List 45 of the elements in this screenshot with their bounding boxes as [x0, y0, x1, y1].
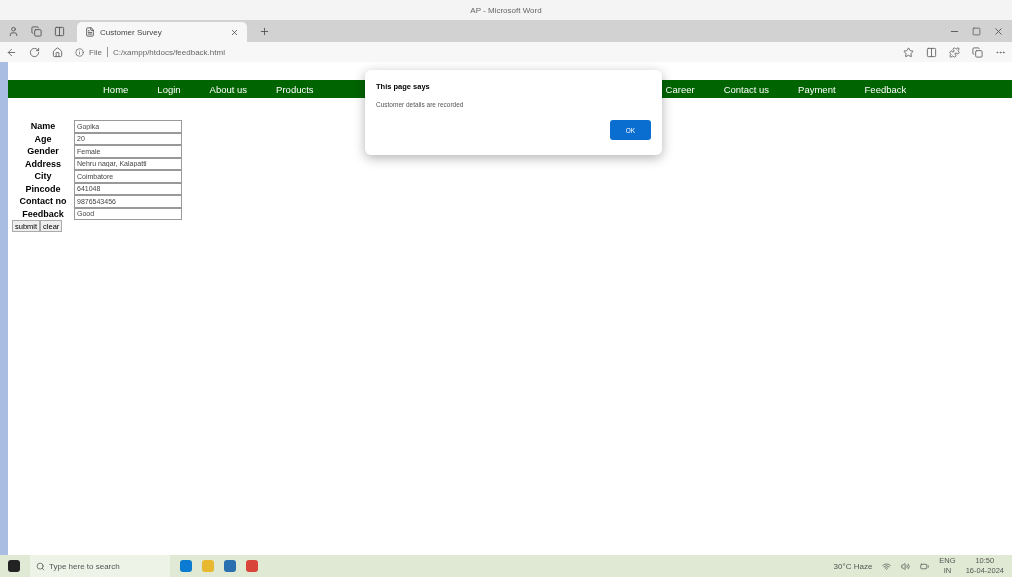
close-icon[interactable]: [993, 25, 1004, 37]
split-screen-icon[interactable]: [926, 46, 937, 58]
nav-link[interactable]: About us: [209, 83, 248, 95]
maximize-icon[interactable]: [972, 26, 981, 36]
field-label: Gender: [26, 145, 60, 158]
field-label: Age: [33, 132, 53, 145]
field-label: Address: [24, 157, 62, 170]
address-bar[interactable]: File C:/xampp/htdocs/feedback.html: [75, 47, 375, 57]
volume-icon[interactable]: [901, 561, 911, 571]
search-icon: [36, 561, 45, 571]
tab-title: Customer Survey: [100, 27, 162, 37]
refresh-icon[interactable]: [29, 46, 40, 58]
collections-icon[interactable]: [972, 46, 983, 58]
favorite-icon[interactable]: [903, 46, 914, 58]
field-label: Pincode: [24, 182, 62, 195]
close-icon[interactable]: [230, 27, 239, 37]
tab-sidebar-icon[interactable]: [54, 25, 65, 37]
wifi-icon[interactable]: [882, 561, 892, 571]
nav-link[interactable]: Products: [276, 83, 314, 95]
nav-link[interactable]: Contact us: [723, 83, 770, 95]
profile-icon[interactable]: [8, 25, 19, 37]
info-icon: [75, 47, 84, 57]
tab-actions-icon[interactable]: [31, 25, 42, 37]
window-title: AP - Microsoft Word: [470, 5, 542, 15]
extensions-icon[interactable]: [949, 46, 960, 58]
browser-tab[interactable]: Customer Survey: [77, 22, 247, 42]
back-icon[interactable]: [6, 46, 17, 58]
field-label: Name: [29, 120, 57, 133]
search-field[interactable]: Type here to search: [30, 555, 170, 577]
nav-link[interactable]: Payment: [798, 83, 836, 95]
url-scheme: File: [89, 47, 102, 57]
nav-link[interactable]: Career: [665, 83, 695, 95]
page-icon: [85, 27, 95, 37]
weather-text[interactable]: 30°C Haze: [833, 561, 873, 571]
nav-link[interactable]: Login: [157, 83, 181, 95]
url-text: C:/xampp/htdocs/feedback.html: [112, 47, 225, 57]
nav-link[interactable]: Feedback: [864, 83, 907, 95]
search-placeholder: Type here to search: [49, 561, 120, 571]
field-label: City: [33, 170, 53, 183]
nav-link[interactable]: Home: [103, 83, 129, 95]
field-label: Contact no: [18, 195, 68, 208]
home-icon[interactable]: [52, 46, 63, 58]
field-label: Feedback: [21, 207, 65, 220]
new-tab-icon[interactable]: [259, 25, 270, 37]
battery-icon[interactable]: [920, 561, 930, 571]
